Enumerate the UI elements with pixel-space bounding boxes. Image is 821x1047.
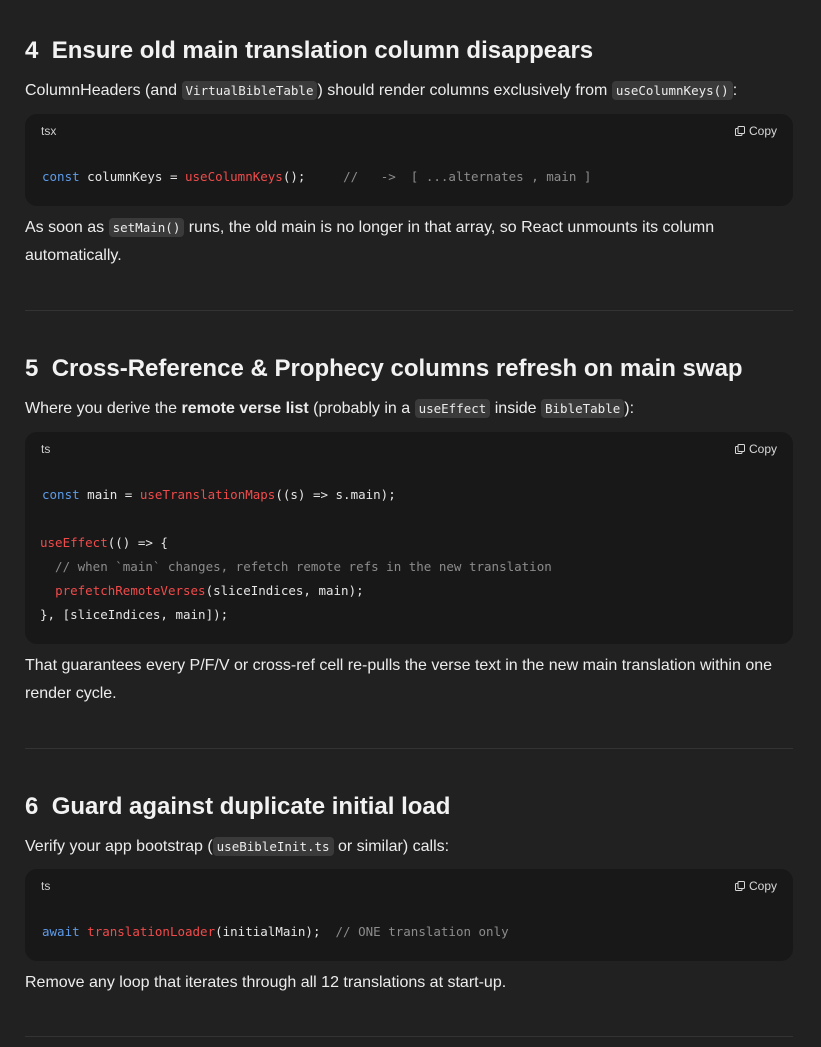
copy-label: Copy [748,442,777,456]
section-5-intro: Where you derive the remote verse list (… [25,399,635,418]
inline-code: BibleTable [541,399,625,418]
section-6-heading: 6 Guard against duplicate initial load [25,792,450,822]
section-5-explanation: That guarantees every P/F/V or cross-ref… [25,657,773,702]
chat-response: 4 Ensure old main translation column dis… [0,0,821,1047]
copy-button[interactable]: Copy [734,442,777,456]
section-divider [25,748,793,749]
section-title: Ensure old main translation column disap… [51,37,594,64]
code-language-label: ts [41,442,51,456]
code-block-ts: ts Copy const main = useTranslationMaps(… [25,432,793,644]
section-number: 5 [25,355,39,382]
copy-label: Copy [748,124,777,138]
code-line: useEffect(() => { [40,535,168,550]
section-4-explanation: As soon as setMain() runs, the old main … [25,218,715,264]
code-block-ts: ts Copy await translationLoader(initialM… [25,869,793,961]
copy-icon [734,881,745,891]
inline-code: useEffect [414,399,491,418]
section-divider [25,1036,793,1037]
section-4-heading: 4 Ensure old main translation column dis… [25,36,593,66]
code-line: // when `main` changes, refetch remote r… [40,559,552,574]
inline-code: useBibleInit.ts [212,837,334,856]
code-line: }, [sliceIndices, main]); [40,607,229,622]
section-number: 4 [25,37,39,64]
section-4-intro: ColumnHeaders (and VirtualBibleTable) sh… [25,81,738,100]
copy-label: Copy [748,879,777,893]
inline-code: setMain() [108,218,185,237]
section-title: Guard against duplicate initial load [51,793,451,820]
copy-icon [734,126,745,136]
section-divider [25,310,793,311]
copy-icon [734,444,745,454]
code-language-label: ts [41,879,51,893]
code-language-label: tsx [41,124,57,138]
copy-button[interactable]: Copy [734,124,777,138]
section-5-heading: 5 Cross-Reference & Prophecy columns ref… [25,354,743,384]
section-title: Cross-Reference & Prophecy columns refre… [51,355,743,382]
inline-code: VirtualBibleTable [181,81,318,100]
code-line: prefetchRemoteVerses(sliceIndices, main)… [55,583,364,598]
code-line: const columnKeys = useColumnKeys(); // -… [42,169,592,184]
section-number: 6 [25,793,39,820]
inline-code: useColumnKeys() [611,81,733,100]
section-6-intro: Verify your app bootstrap (useBibleInit.… [25,837,450,856]
copy-button[interactable]: Copy [734,879,777,893]
code-block-tsx: tsx Copy const columnKeys = useColumnKey… [25,114,793,206]
code-line: const main = useTranslationMaps((s) => s… [42,487,396,502]
code-line: await translationLoader(initialMain); //… [42,924,509,939]
section-6-explanation: Remove any loop that iterates through al… [25,974,507,991]
